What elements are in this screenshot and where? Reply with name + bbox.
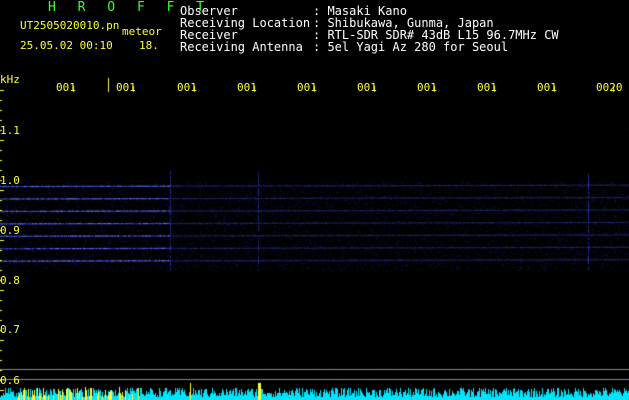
antenna-value: : 5el Yagi Az 280 for Seoul — [313, 40, 509, 54]
y-tick-label: 0.8 — [0, 274, 20, 287]
x-tick-label: 0020 — [596, 81, 623, 94]
y-tick-label: 1.0 — [0, 174, 20, 187]
date-time: 25.05.02 00:10 — [20, 39, 113, 52]
y-tick-label: 0.7 — [0, 323, 20, 336]
y-axis-unit-label: kHz — [0, 73, 20, 86]
y-tick-label: 0.6 — [0, 374, 20, 387]
x-tick-label: 001 — [477, 81, 497, 94]
x-tick-label: 001 — [417, 81, 437, 94]
x-tick-label: 001 — [237, 81, 257, 94]
y-tick-label: 0.9 — [0, 224, 20, 237]
x-tick-label: 001 — [537, 81, 557, 94]
meteor-label: meteor — [122, 25, 162, 38]
meteor-count: 18. — [139, 39, 159, 52]
spectrogram-canvas — [0, 0, 629, 400]
file-name: UT2505020010.pn — [20, 19, 120, 32]
x-tick-label: 001 — [116, 81, 136, 94]
x-tick-label: 001 — [297, 81, 317, 94]
y-tick-label: 1.1 — [0, 124, 20, 137]
x-tick-label: 001 — [357, 81, 377, 94]
hrofft-screen: H R O F F T UT2505020010.pn meteor 25.05… — [0, 0, 629, 400]
antenna-label: Receiving Antenna — [180, 40, 303, 54]
x-tick-label: 001 — [177, 81, 197, 94]
x-tick-label: 001 — [56, 81, 76, 94]
